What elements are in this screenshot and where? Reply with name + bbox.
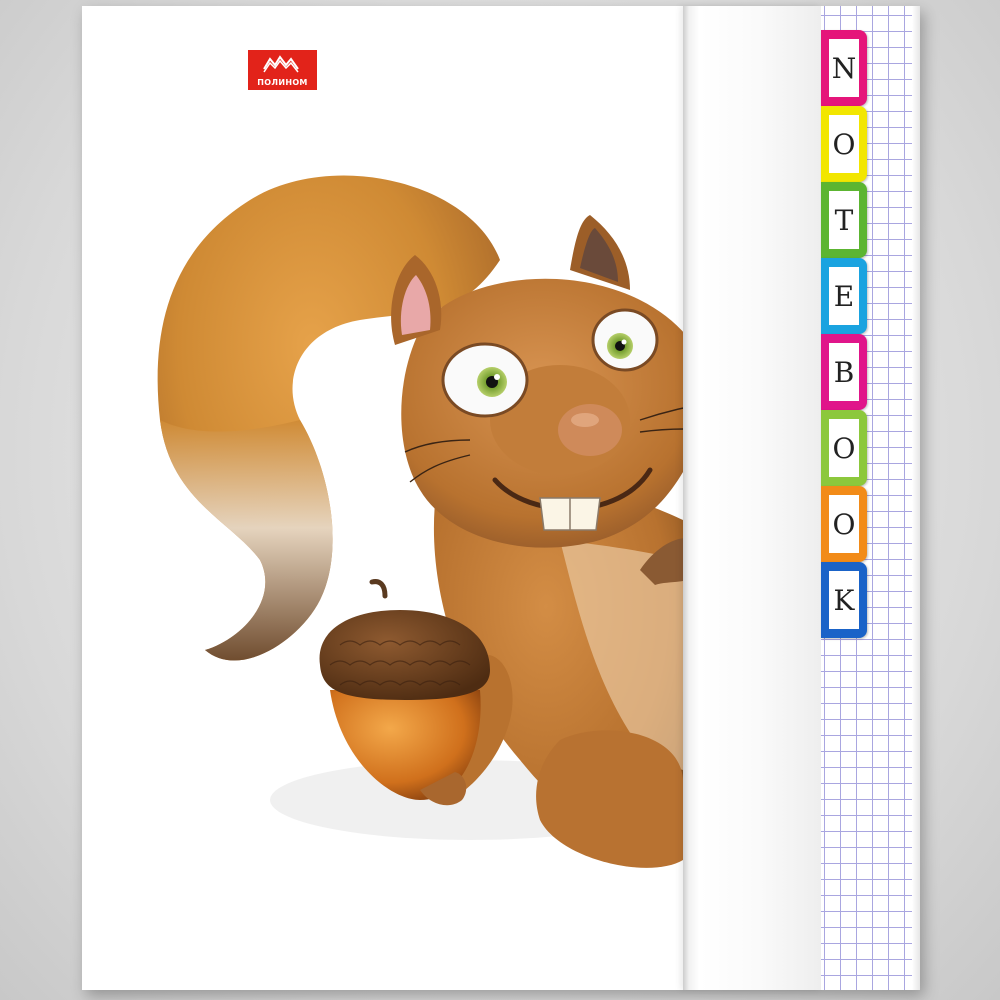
tab-letter: E	[829, 267, 859, 325]
logo-wave-icon	[263, 55, 299, 73]
brand-logo: ПОЛИНОМ	[248, 50, 317, 90]
tab-3: T	[821, 182, 867, 258]
tab-letter: O	[829, 115, 859, 173]
tab-4: E	[821, 258, 867, 334]
tab-letter: O	[829, 419, 859, 477]
tab-letter: T	[829, 191, 859, 249]
tab-6: O	[821, 410, 867, 486]
tab-letter: K	[829, 571, 859, 629]
page-edge	[912, 6, 920, 990]
tab-8: K	[821, 562, 867, 638]
tab-letter: O	[829, 495, 859, 553]
tab-letter: N	[829, 39, 859, 97]
tab-1: N	[821, 30, 867, 106]
elastic-strap	[683, 6, 821, 990]
logo-text: ПОЛИНОМ	[257, 78, 308, 87]
tab-7: O	[821, 486, 867, 562]
tab-letter: B	[829, 343, 859, 401]
tab-2: O	[821, 106, 867, 182]
strap-shadow	[683, 6, 689, 990]
tab-5: B	[821, 334, 867, 410]
notebook-tabs: NOTEBOOK	[821, 30, 867, 638]
